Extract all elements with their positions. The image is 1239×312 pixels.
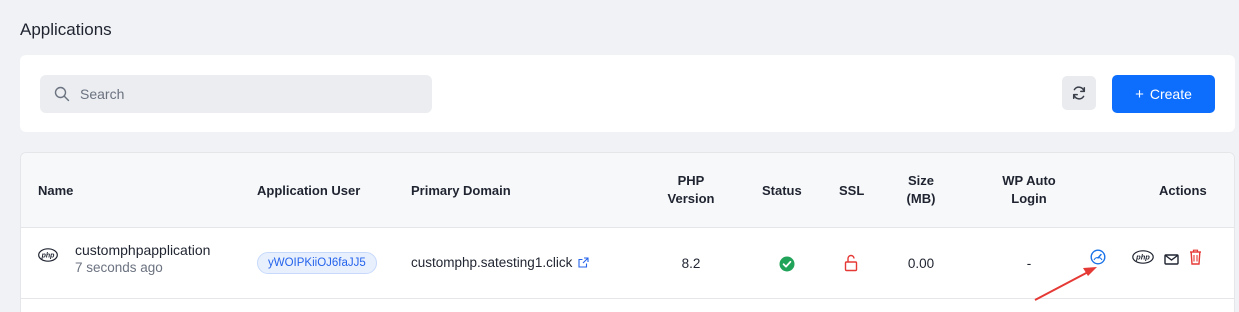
header-size-line1: Size <box>907 173 934 188</box>
refresh-icon <box>1071 85 1087 101</box>
header-wp-auto-login-line1: WP Auto <box>1002 173 1056 188</box>
external-link-icon[interactable] <box>578 257 589 268</box>
svg-text:php: php <box>41 253 56 260</box>
table-header: Name Application User Primary Domain PHP… <box>21 153 1234 228</box>
header-php-version-line2: Version <box>667 191 715 206</box>
application-user-badge[interactable]: yWOIPKiiOJ6faJJ5 <box>257 252 377 274</box>
size-mb: 0.00 <box>907 256 935 271</box>
plus-icon: + <box>1135 85 1144 103</box>
header-php-version-line1: PHP <box>677 173 705 188</box>
trash-icon[interactable] <box>1189 249 1202 270</box>
refresh-button[interactable] <box>1062 76 1096 110</box>
header-primary-domain[interactable]: Primary Domain <box>411 182 511 200</box>
app-name-cell: customphpapplication 7 seconds ago <box>75 242 210 275</box>
create-button[interactable]: + Create <box>1112 75 1215 113</box>
speedometer-icon[interactable] <box>1090 249 1106 270</box>
search-input[interactable] <box>80 86 380 102</box>
header-application-user[interactable]: Application User <box>257 182 360 200</box>
toolbar-card: + Create <box>20 55 1235 132</box>
header-wp-auto-login-line2: Login <box>1011 191 1047 206</box>
applications-table: Name Application User Primary Domain PHP… <box>20 152 1235 312</box>
php-icon: php <box>38 248 58 267</box>
primary-domain-cell[interactable]: customphp.satesting1.click <box>411 255 589 270</box>
app-name[interactable]: customphpapplication <box>75 242 210 258</box>
svg-text:php: php <box>1135 253 1150 262</box>
search-icon <box>54 86 70 102</box>
page-title: Applications <box>20 20 112 39</box>
php-settings-icon[interactable]: php <box>1132 250 1154 269</box>
header-wp-auto-login[interactable]: WP Auto Login <box>989 172 1069 208</box>
header-php-version[interactable]: PHP Version <box>661 172 721 208</box>
unlocked-icon[interactable] <box>844 254 858 277</box>
primary-domain-link[interactable]: customphp.satesting1.click <box>411 255 572 270</box>
php-version: 8.2 <box>681 256 701 271</box>
wp-auto-login: - <box>1026 256 1032 271</box>
header-status[interactable]: Status <box>762 182 802 200</box>
header-size[interactable]: Size (MB) <box>894 172 948 208</box>
header-actions: Actions <box>1159 183 1207 198</box>
app-created-time: 7 seconds ago <box>75 260 163 275</box>
header-ssl[interactable]: SSL <box>839 182 864 200</box>
header-name[interactable]: Name <box>38 182 73 200</box>
create-button-label: Create <box>1149 86 1192 102</box>
table-row: php customphpapplication 7 seconds ago y… <box>21 228 1234 299</box>
header-size-line2: (MB) <box>906 191 936 206</box>
mail-icon[interactable] <box>1164 252 1179 270</box>
search-box[interactable] <box>40 75 432 113</box>
check-circle-icon <box>779 256 795 277</box>
